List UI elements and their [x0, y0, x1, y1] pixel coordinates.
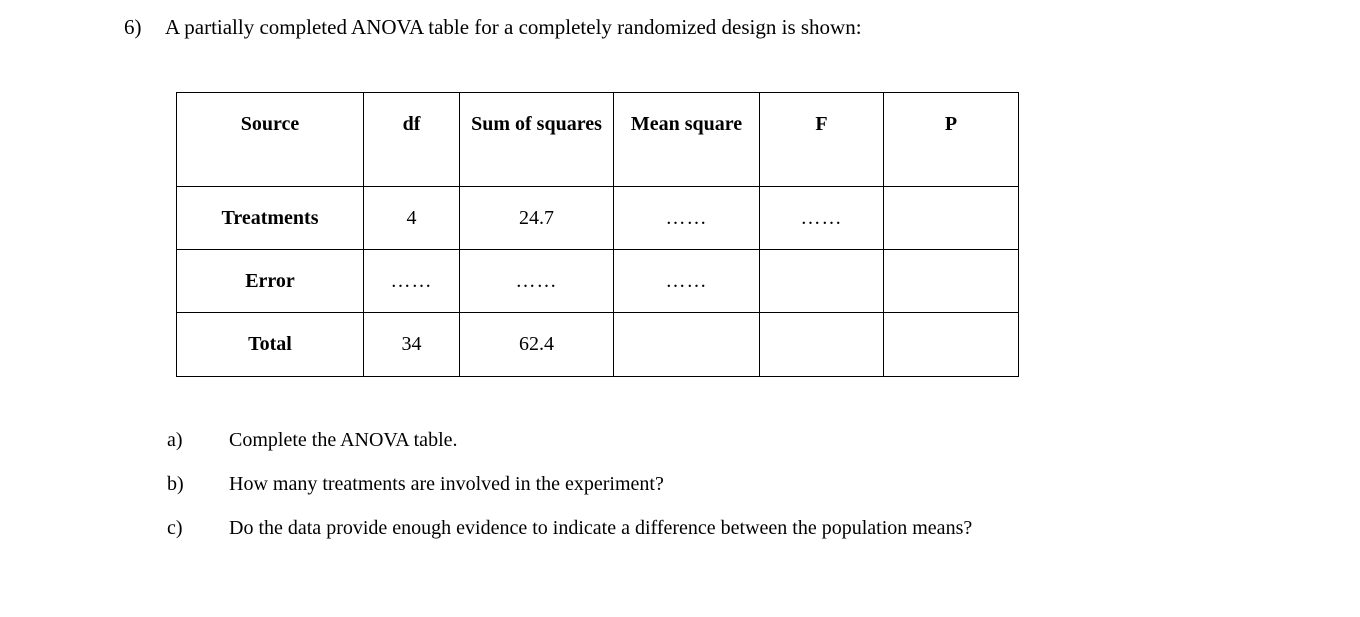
value-error-df: ……	[390, 270, 433, 292]
row-label-treatments: Treatments	[221, 207, 319, 229]
list-item: b) How many treatments are involved in t…	[167, 462, 1167, 506]
cell-mean-square: ……	[613, 186, 760, 250]
table-row: Error …… …… ……	[176, 249, 1019, 313]
cell-source: Treatments	[176, 186, 364, 250]
cell-f	[759, 312, 884, 377]
column-header-f: F	[759, 92, 884, 187]
column-header-mean-square: Mean square	[613, 92, 760, 187]
column-header-p: P	[883, 92, 1019, 187]
column-header-source-label: Source	[240, 113, 300, 135]
subquestion-marker-c: c)	[167, 517, 183, 539]
cell-mean-square	[613, 312, 760, 377]
subquestion-marker-b: b)	[167, 473, 184, 495]
column-header-sum-of-squares: Sum of squares	[459, 92, 614, 187]
subquestion-marker-a: a)	[167, 429, 183, 451]
subquestion-text-c: Do the data provide enough evidence to i…	[229, 517, 973, 539]
value-error-ss: ……	[515, 270, 558, 292]
cell-df: 34	[363, 312, 460, 377]
cell-sum-of-squares: ……	[459, 249, 614, 313]
value-total-f	[760, 313, 883, 323]
value-total-p	[884, 313, 1018, 323]
cell-p	[883, 249, 1019, 313]
value-treatments-ms: ……	[665, 207, 708, 229]
cell-f	[759, 249, 884, 313]
cell-df: 4	[363, 186, 460, 250]
table-header-row: Source df Sum of squares Mean square F P	[176, 92, 1019, 187]
cell-sum-of-squares: 24.7	[459, 186, 614, 250]
cell-p	[883, 312, 1019, 377]
column-header-mean-square-label: Mean square	[630, 113, 743, 135]
list-item: c) Do the data provide enough evidence t…	[167, 506, 1167, 550]
row-label-total: Total	[248, 333, 292, 355]
column-header-sum-of-squares-label: Sum of squares	[471, 113, 602, 135]
value-treatments-ss: 24.7	[519, 207, 554, 229]
value-treatments-f: ……	[800, 207, 843, 229]
row-label-error: Error	[245, 270, 295, 292]
subquestion-text-b: How many treatments are involved in the …	[229, 473, 664, 495]
value-total-ss: 62.4	[519, 333, 554, 355]
table-body: Treatments 4 24.7 …… …… Error …… …… …… T…	[176, 186, 1019, 377]
subquestion-text-a: Complete the ANOVA table.	[229, 429, 458, 451]
column-header-df: df	[363, 92, 460, 187]
value-total-ms	[614, 313, 759, 323]
anova-table-container: Source df Sum of squares Mean square F P	[176, 92, 1019, 377]
cell-f: ……	[759, 186, 884, 250]
table-header-row-group: Source df Sum of squares Mean square F P	[176, 92, 1019, 187]
value-total-df: 34	[401, 333, 422, 355]
cell-p	[883, 186, 1019, 250]
table-row: Total 34 62.4	[176, 312, 1019, 377]
column-header-p-label: P	[944, 113, 958, 135]
table-row: Treatments 4 24.7 …… ……	[176, 186, 1019, 250]
cell-df: ……	[363, 249, 460, 313]
question-number: 6)	[124, 15, 142, 39]
question-prompt: A partially completed ANOVA table for a …	[165, 15, 862, 39]
cell-mean-square: ……	[613, 249, 760, 313]
cell-sum-of-squares: 62.4	[459, 312, 614, 377]
value-error-p	[884, 250, 1018, 260]
column-header-f-label: F	[815, 113, 828, 135]
question-heading: 6) A partially completed ANOVA table for…	[124, 12, 1224, 42]
subquestion-list: a) Complete the ANOVA table. b) How many…	[167, 418, 1167, 550]
list-item: a) Complete the ANOVA table.	[167, 418, 1167, 462]
value-error-f	[760, 250, 883, 260]
value-treatments-df: 4	[406, 207, 417, 229]
column-header-df-label: df	[402, 113, 421, 135]
column-header-source: Source	[176, 92, 364, 187]
cell-source: Error	[176, 249, 364, 313]
cell-source: Total	[176, 312, 364, 377]
value-error-ms: ……	[665, 270, 708, 292]
value-treatments-p	[884, 187, 1018, 197]
anova-table: Source df Sum of squares Mean square F P	[176, 92, 1019, 377]
